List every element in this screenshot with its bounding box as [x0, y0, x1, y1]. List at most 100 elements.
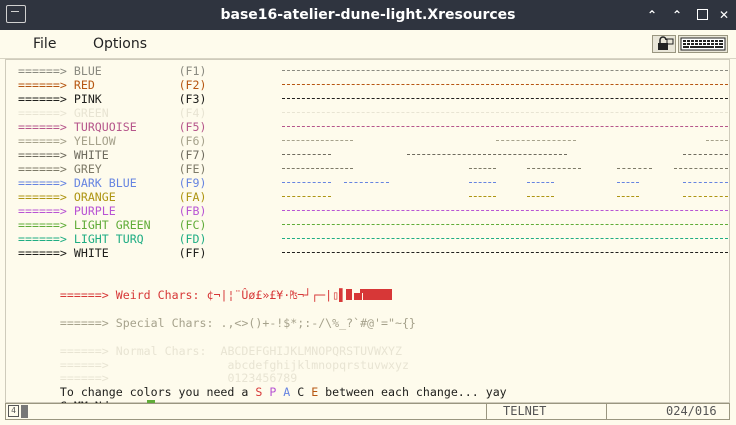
color-arrow: ======> [18, 120, 67, 134]
color-arrow: ======> [18, 246, 67, 260]
color-arrow: ======> [18, 92, 67, 106]
color-dash-bar [282, 112, 728, 113]
color-dash-bar [282, 154, 332, 155]
color-dash-bar [282, 252, 728, 253]
color-dash-bar [705, 140, 728, 141]
color-dash-bar [527, 168, 581, 169]
color-arrow: ======> [18, 162, 67, 176]
color-line: ======> PURPLE (FB) [18, 204, 728, 218]
terminal-screen[interactable]: ======> BLUE (F1) ======> RED (F2) ======>… [5, 59, 730, 413]
color-arrow: ======> [18, 148, 67, 162]
color-line: ======> LIGHT GREEN (FC) [18, 218, 728, 232]
status-mode: TELNET [503, 404, 547, 418]
color-name: YELLOW [66, 134, 179, 148]
color-arrow: ======> [18, 64, 67, 78]
hint-letter-p: P [269, 385, 277, 399]
color-line: ======> ORANGE (FA) [18, 190, 728, 204]
status-separator [486, 404, 487, 419]
color-dash-bar [282, 196, 332, 197]
color-dash-bar [527, 196, 555, 197]
color-name: LIGHT GREEN [66, 218, 179, 232]
color-line: ======> DARK BLUE (F9) [18, 176, 728, 190]
color-key: (F5) [178, 120, 207, 134]
color-arrow: ======> [18, 176, 67, 190]
color-dash-bar [344, 182, 390, 183]
color-dash-bar [616, 168, 653, 169]
color-key: (FC) [178, 218, 207, 232]
color-dash-bar [282, 224, 728, 225]
hint-letter-s: S [255, 385, 263, 399]
color-arrow: ======> [18, 106, 67, 120]
color-arrow: ======> [18, 232, 67, 246]
color-dash-bar [282, 84, 728, 85]
color-name: DARK BLUE [66, 176, 179, 190]
color-line: ======> GREY (FE) [18, 162, 728, 176]
color-line: ======> TURQUOISE (F5) [18, 120, 728, 134]
keyboard-icon [680, 37, 726, 51]
color-key: (F1) [178, 64, 207, 78]
weird-label: Weird Chars: [115, 288, 200, 302]
menu-bar: File Options [0, 30, 736, 59]
lock-icon [658, 36, 674, 50]
color-arrow: ======> [18, 134, 67, 148]
session-icon: 4 [8, 405, 19, 417]
color-key: (FD) [178, 232, 207, 246]
color-line: ======> RED (F2) [18, 78, 728, 92]
color-arrow: ======> [18, 78, 67, 92]
menu-file[interactable]: File [33, 30, 56, 58]
color-arrow: ======> [18, 218, 67, 232]
color-dash-bar [282, 98, 728, 99]
weird-arrow: ======> [59, 288, 109, 302]
color-name: LIGHT TURQ [66, 232, 179, 246]
color-name: GREEN [66, 106, 179, 120]
terminal-window: base16-atelier-dune-light.Xresources ⌃ ⌃… [0, 0, 736, 425]
color-key: (F2) [178, 78, 207, 92]
weird-chars-line: ======> Weird Chars: ¢¬|¦¨Ûø£»£¥·₧¬┘┌─|▯… [18, 274, 393, 302]
color-name: PINK [66, 92, 179, 106]
color-dash-bar [683, 196, 728, 197]
color-dash-bar [469, 168, 497, 169]
lock-button[interactable] [652, 35, 676, 53]
color-line: ======> WHITE (FF) [18, 246, 728, 260]
special-arrow: ======> [59, 316, 109, 330]
color-name: TURQUOISE [66, 120, 179, 134]
color-name: ORANGE [66, 190, 179, 204]
color-key: (FF) [178, 246, 207, 260]
color-key: (FE) [178, 162, 207, 176]
color-dash-bar [469, 182, 497, 183]
color-dash-bar [406, 154, 568, 155]
color-name: RED [66, 78, 179, 92]
hint-line: To change colors you need a S P A C E be… [18, 371, 507, 399]
color-line: ======> BLUE (F1) [18, 64, 728, 78]
color-dash-bar [282, 168, 354, 169]
normal-lower-line: ======> abcdefghijklmnopqrstuvwxyz [18, 344, 409, 372]
minimize-icon[interactable]: ⌃ [640, 0, 664, 30]
close-icon[interactable]: ✕ [712, 0, 736, 30]
color-line: ======> PINK (F3) [18, 92, 728, 106]
color-dash-bar [282, 126, 728, 127]
color-dash-bar [282, 182, 332, 183]
keyboard-button[interactable] [678, 35, 728, 53]
normal-chars-line: ======> Normal Chars: ABCDEFGHIJKLMNOPQR… [18, 330, 402, 358]
color-dash-bar [282, 140, 354, 141]
restore-icon[interactable] [690, 0, 714, 30]
color-name: WHITE [66, 148, 179, 162]
status-separator-2 [606, 404, 607, 419]
color-dash-bar [282, 70, 728, 71]
color-key: (FA) [178, 190, 207, 204]
color-dash-bar [683, 154, 728, 155]
menu-options[interactable]: Options [93, 30, 147, 58]
color-name: PURPLE [66, 204, 179, 218]
normal-digits-line: ======> 0123456789 [18, 357, 297, 385]
color-name: BLUE [66, 64, 179, 78]
color-key: (FB) [178, 204, 207, 218]
color-line: ======> LIGHT TURQ (FD) [18, 232, 728, 246]
command-line[interactable]: CoMMaNd ===> [18, 385, 155, 413]
maximize-icon[interactable]: ⌃ [665, 0, 689, 30]
color-dash-bar [616, 182, 639, 183]
color-key: (F3) [178, 92, 207, 106]
special-label: Special Chars: [115, 316, 214, 330]
color-line: ======> YELLOW (F6) [18, 134, 728, 148]
color-dash-bar [527, 182, 555, 183]
color-dash-bar [683, 182, 728, 183]
